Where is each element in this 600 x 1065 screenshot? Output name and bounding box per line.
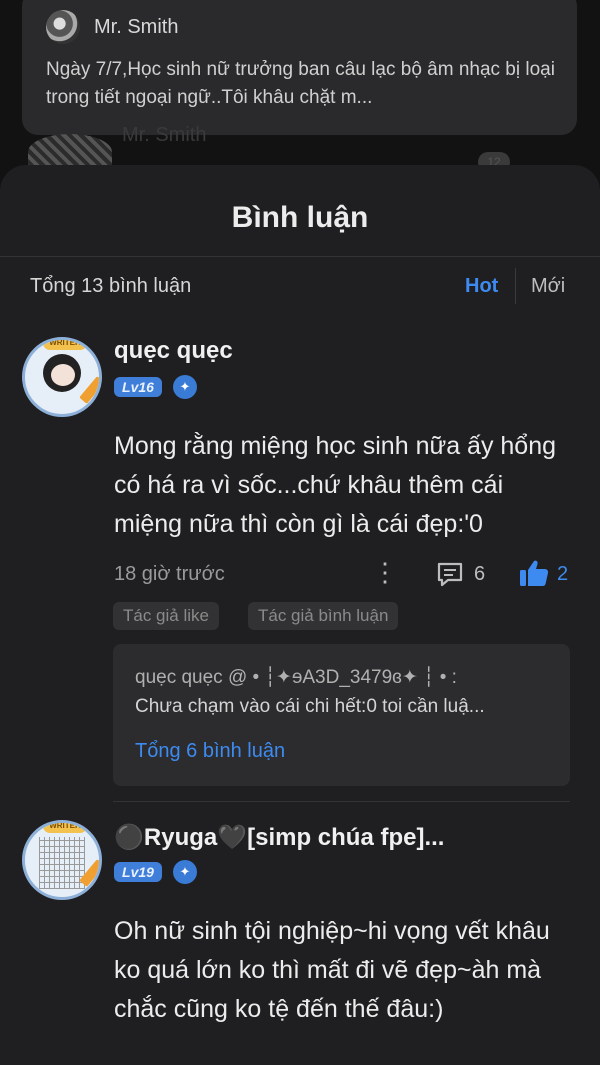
avatar-face	[51, 364, 75, 386]
comment-username[interactable]: quẹc quẹc	[114, 337, 233, 365]
author-liked-tag: Tác giả like	[113, 602, 219, 630]
sort-new-button[interactable]: Mới	[531, 275, 565, 298]
comment-divider	[113, 801, 570, 802]
level-badge: Lv19	[114, 862, 162, 882]
sheet-title: Bình luận	[231, 201, 369, 234]
view-replies-link[interactable]: Tổng 6 bình luận	[135, 740, 285, 763]
header-divider	[0, 256, 600, 257]
avatar-sketch	[39, 837, 85, 889]
level-shield-icon: ✦	[173, 860, 197, 884]
thumbs-up-icon[interactable]	[518, 558, 550, 588]
avatar[interactable]: WRITER	[22, 820, 102, 900]
comment-time: 18 giờ trước	[114, 563, 225, 585]
writer-badge: WRITER	[43, 340, 87, 350]
reply-count: 6	[474, 563, 486, 585]
writer-badge: WRITER	[43, 823, 87, 833]
comment-text: Mong rằng miệng học sinh nữa ấy hổng có …	[114, 432, 557, 538]
background-author: Mr. Smith	[122, 124, 207, 146]
post-excerpt: Ngày 7/7,Học sinh nữ trưởng ban câu lạc …	[46, 59, 555, 108]
avatar[interactable]: WRITER	[22, 337, 102, 417]
author-avatar	[46, 10, 80, 44]
author-name: Mr. Smith	[94, 15, 179, 38]
comment-icon[interactable]	[436, 561, 464, 587]
sort-divider	[515, 268, 516, 304]
pencil-icon	[79, 376, 99, 404]
like-count: 2	[557, 563, 569, 585]
more-vertical-icon[interactable]: ⋮	[372, 559, 398, 585]
comment-username[interactable]: ⚫Ryuga🖤[simp chúa fpe]...	[114, 823, 444, 852]
comments-sheet: Bình luận Tổng 13 bình luận Hot Mới WRIT…	[0, 165, 600, 1065]
comment-text: Oh nữ sinh tội nghiệp~hi vọng vết khâu k…	[114, 917, 550, 1023]
reply-preview-box[interactable]: quẹc quẹc @ • ┆✦ɘA3D_3479ɞ✦ ┆ • : Chưa c…	[113, 644, 570, 786]
post-author: Mr. Smith	[46, 10, 178, 44]
sort-hot-button[interactable]: Hot	[465, 275, 498, 298]
level-shield-icon: ✦	[173, 375, 197, 399]
reply-header: quẹc quẹc @ • ┆✦ɘA3D_3479ɞ✦ ┆ • :	[135, 667, 457, 688]
level-badge: Lv16	[114, 377, 162, 397]
author-commented-tag: Tác giả bình luận	[248, 602, 399, 630]
background-post-card[interactable]: Mr. Smith Ngày 7/7,Học sinh nữ trưởng ba…	[22, 0, 577, 135]
reply-text: Chưa chạm vào cái chi hết:0 toi cần luậ.…	[135, 696, 485, 717]
total-comments: Tổng 13 bình luận	[30, 275, 192, 297]
